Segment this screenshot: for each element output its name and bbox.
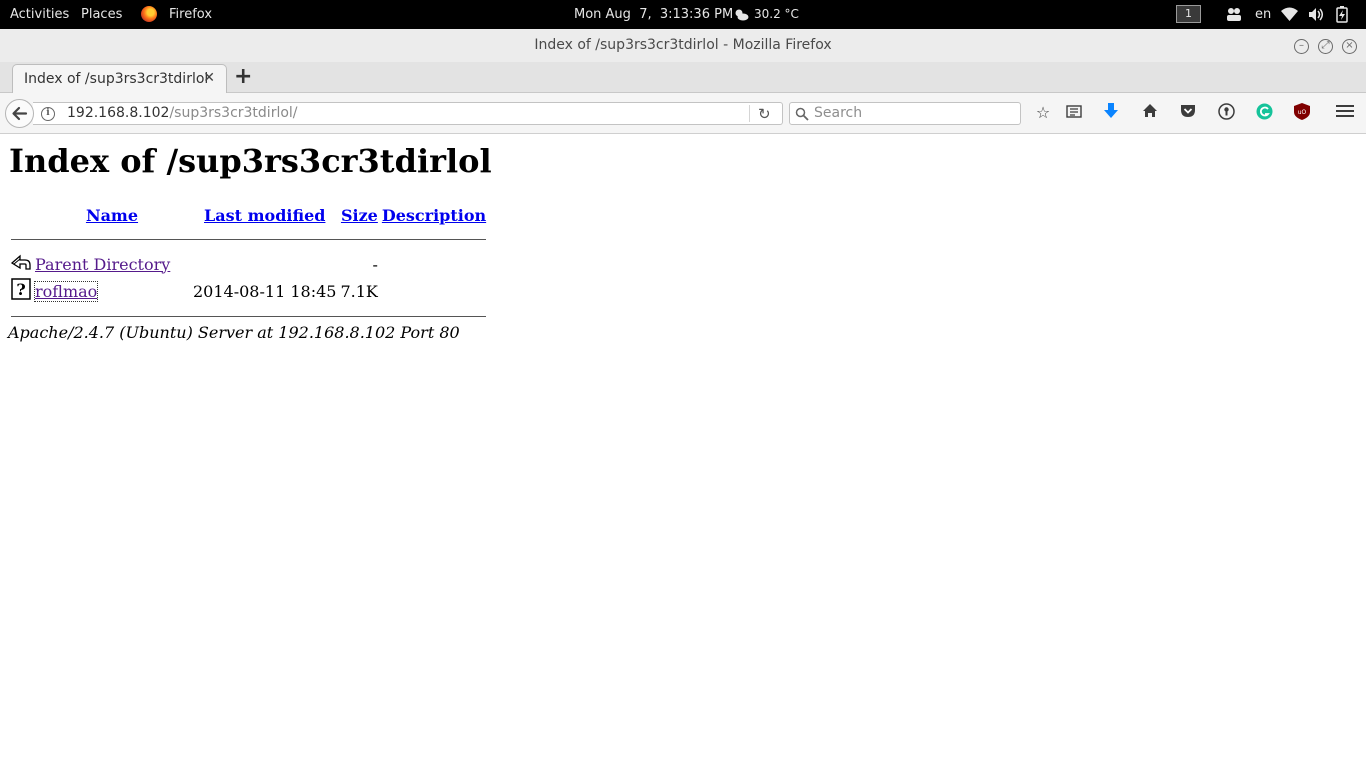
divider-row <box>11 229 487 250</box>
back-button[interactable] <box>5 99 34 128</box>
url-bar[interactable]: i 192.168.8.102/sup3rs3cr3tdirlol/ ↻ <box>33 102 783 125</box>
description-cell <box>382 252 486 276</box>
grammarly-icon[interactable] <box>1254 103 1274 123</box>
roflmao-file-link[interactable]: roflmao <box>33 280 99 302</box>
navigation-toolbar: i 192.168.8.102/sup3rs3cr3tdirlol/ ↻ Sea… <box>0 93 1366 134</box>
battery-icon[interactable] <box>1336 6 1348 27</box>
sort-by-description-link[interactable]: Description <box>382 206 486 225</box>
weather-temperature[interactable]: 30.2 °C <box>754 0 799 29</box>
directory-listing: Name Last modified Size Description Pare… <box>7 201 490 329</box>
bookmarks-menu-icon[interactable] <box>1064 103 1084 123</box>
sort-by-modified-link[interactable]: Last modified <box>204 206 325 225</box>
tab-active[interactable]: Index of /sup3rs3cr3tdirlol ✕ <box>12 64 227 94</box>
tab-close-icon[interactable]: ✕ <box>203 70 215 86</box>
url-host: 192.168.8.102 <box>67 105 170 121</box>
table-row: ? roflmao 2014-08-11 18:45 7.1K <box>11 278 486 304</box>
unknown-file-icon: ? <box>11 278 31 304</box>
hamburger-menu-icon[interactable] <box>1335 103 1355 123</box>
window-title: Index of /sup3rs3cr3tdirlol - Mozilla Fi… <box>534 37 832 53</box>
places-menu[interactable]: Places <box>81 0 122 29</box>
server-signature: Apache/2.4.7 (Ubuntu) Server at 192.168.… <box>8 323 460 342</box>
reload-icon[interactable]: ↻ <box>758 105 771 123</box>
url-text[interactable]: 192.168.8.102/sup3rs3cr3tdirlol/ <box>67 105 298 121</box>
url-path: /sup3rs3cr3tdirlol/ <box>169 105 298 121</box>
home-icon[interactable] <box>1140 103 1160 123</box>
modified-cell <box>193 252 336 276</box>
downloads-icon[interactable] <box>1101 103 1121 123</box>
parent-directory-link[interactable]: Parent Directory <box>35 255 170 274</box>
close-window-icon[interactable]: × <box>1342 39 1357 54</box>
file-name-cell: roflmao <box>33 278 189 304</box>
parent-directory-cell: Parent Directory <box>35 252 189 276</box>
password-manager-icon[interactable] <box>1216 103 1236 123</box>
search-placeholder: Search <box>814 105 863 121</box>
sort-by-name-link[interactable]: Name <box>86 206 138 225</box>
weather-icon <box>734 8 749 25</box>
back-arrow-icon <box>12 106 28 121</box>
site-info-icon[interactable]: i <box>41 107 55 121</box>
ublock-origin-icon[interactable]: uO <box>1292 103 1312 123</box>
svg-text:?: ? <box>16 280 25 299</box>
back-arrow-icon <box>10 252 31 276</box>
size-cell: 7.1K <box>340 281 378 301</box>
wifi-icon[interactable] <box>1281 7 1298 25</box>
search-icon <box>795 107 809 121</box>
keyboard-layout[interactable]: en <box>1255 0 1271 29</box>
table-row: Parent Directory - <box>10 252 486 276</box>
new-tab-button[interactable]: + <box>234 64 252 90</box>
search-bar[interactable]: Search <box>789 102 1021 125</box>
listing-header-row: Name Last modified Size Description <box>11 203 486 227</box>
divider <box>11 239 487 240</box>
tab-label: Index of /sup3rs3cr3tdirlol <box>24 71 209 87</box>
workspace-indicator[interactable]: 1 <box>1176 5 1201 23</box>
pocket-icon[interactable] <box>1178 103 1198 123</box>
size-column-header[interactable]: Size <box>340 203 378 227</box>
divider <box>11 316 487 317</box>
modified-column-header[interactable]: Last modified <box>193 203 336 227</box>
activities-button[interactable]: Activities <box>10 0 69 29</box>
bookmark-star-icon[interactable]: ☆ <box>1033 103 1053 123</box>
maximize-icon[interactable]: ⤢ <box>1318 39 1333 54</box>
gnome-top-bar: Activities Places Firefox Mon Aug 7, 3:1… <box>0 0 1366 29</box>
modified-cell: 2014-08-11 18:45 <box>193 281 337 301</box>
firefox-logo-icon <box>141 6 157 22</box>
page-title: Index of /sup3rs3cr3tdirlol <box>9 142 492 180</box>
window-titlebar[interactable]: Index of /sup3rs3cr3tdirlol - Mozilla Fi… <box>0 29 1366 62</box>
clock[interactable]: Mon Aug 7, 3:13:36 PM <box>574 0 733 29</box>
page-content: Index of /sup3rs3cr3tdirlol Name Last mo… <box>0 134 1366 768</box>
description-column-header[interactable]: Description <box>382 203 486 227</box>
minimize-icon[interactable]: – <box>1294 39 1309 54</box>
svg-text:uO: uO <box>1298 109 1307 116</box>
sort-by-size-link[interactable]: Size <box>341 206 378 225</box>
icon-column-header <box>11 203 31 227</box>
url-separator <box>749 105 750 122</box>
volume-icon[interactable] <box>1308 7 1325 26</box>
name-column-header[interactable]: Name <box>35 203 189 227</box>
description-cell <box>382 278 486 304</box>
users-icon[interactable] <box>1226 7 1242 26</box>
tab-strip: Index of /sup3rs3cr3tdirlol ✕ + <box>0 62 1366 94</box>
app-menu-firefox[interactable]: Firefox <box>169 0 212 29</box>
size-cell: - <box>372 254 378 274</box>
